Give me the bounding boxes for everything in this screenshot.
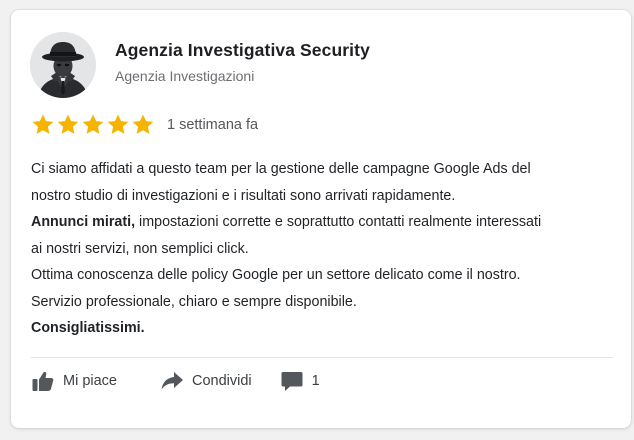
avatar[interactable] — [30, 32, 96, 98]
detective-icon — [30, 32, 96, 98]
thumbs-up-icon — [32, 371, 54, 391]
rating-row: 1 settimana fa — [31, 112, 258, 138]
star-icon — [57, 114, 79, 134]
star-icon — [132, 114, 154, 134]
like-button[interactable]: Mi piace — [31, 369, 117, 393]
divider — [31, 357, 613, 358]
share-button[interactable]: Condividi — [160, 370, 252, 392]
star-rating — [31, 113, 155, 137]
review-line: nostro studio di investigazioni e i risu… — [31, 187, 456, 204]
review-line: Ottima conoscenza delle policy Google pe… — [31, 267, 521, 283]
star-icon — [107, 114, 129, 134]
author-name[interactable]: Agenzia Investigativa Security — [115, 40, 370, 61]
share-arrow-icon — [161, 372, 183, 390]
author-subtitle: Agenzia Investigazioni — [115, 68, 255, 84]
review-line: Annunci mirati, impostazioni corrette e … — [31, 209, 591, 236]
comment-button[interactable]: 1 — [280, 369, 320, 393]
review-line: Consigliatissimi. — [31, 320, 145, 336]
review-time: 1 settimana fa — [167, 117, 259, 133]
action-bar: Mi piace Condividi 1 — [31, 368, 320, 394]
like-label: Mi piace — [63, 373, 117, 389]
share-label: Condividi — [192, 373, 252, 389]
review-card: Agenzia Investigativa Security Agenzia I… — [11, 10, 631, 428]
star-icon — [32, 114, 54, 134]
review-bold-text: Annunci mirati, — [31, 214, 136, 230]
review-line: Servizio professionale, chiaro e sempre … — [31, 293, 357, 310]
review-line: Ci siamo affidati a questo team per la g… — [31, 161, 531, 177]
review-text: Ci siamo affidati a questo team per la g… — [31, 156, 591, 342]
star-icon — [82, 114, 104, 134]
comment-count: 1 — [311, 373, 320, 389]
comment-icon — [281, 372, 303, 391]
review-line: ai nostri servizi, non semplici click. — [31, 240, 249, 257]
review-text-span: impostazioni corrette e soprattutto cont… — [135, 214, 542, 230]
